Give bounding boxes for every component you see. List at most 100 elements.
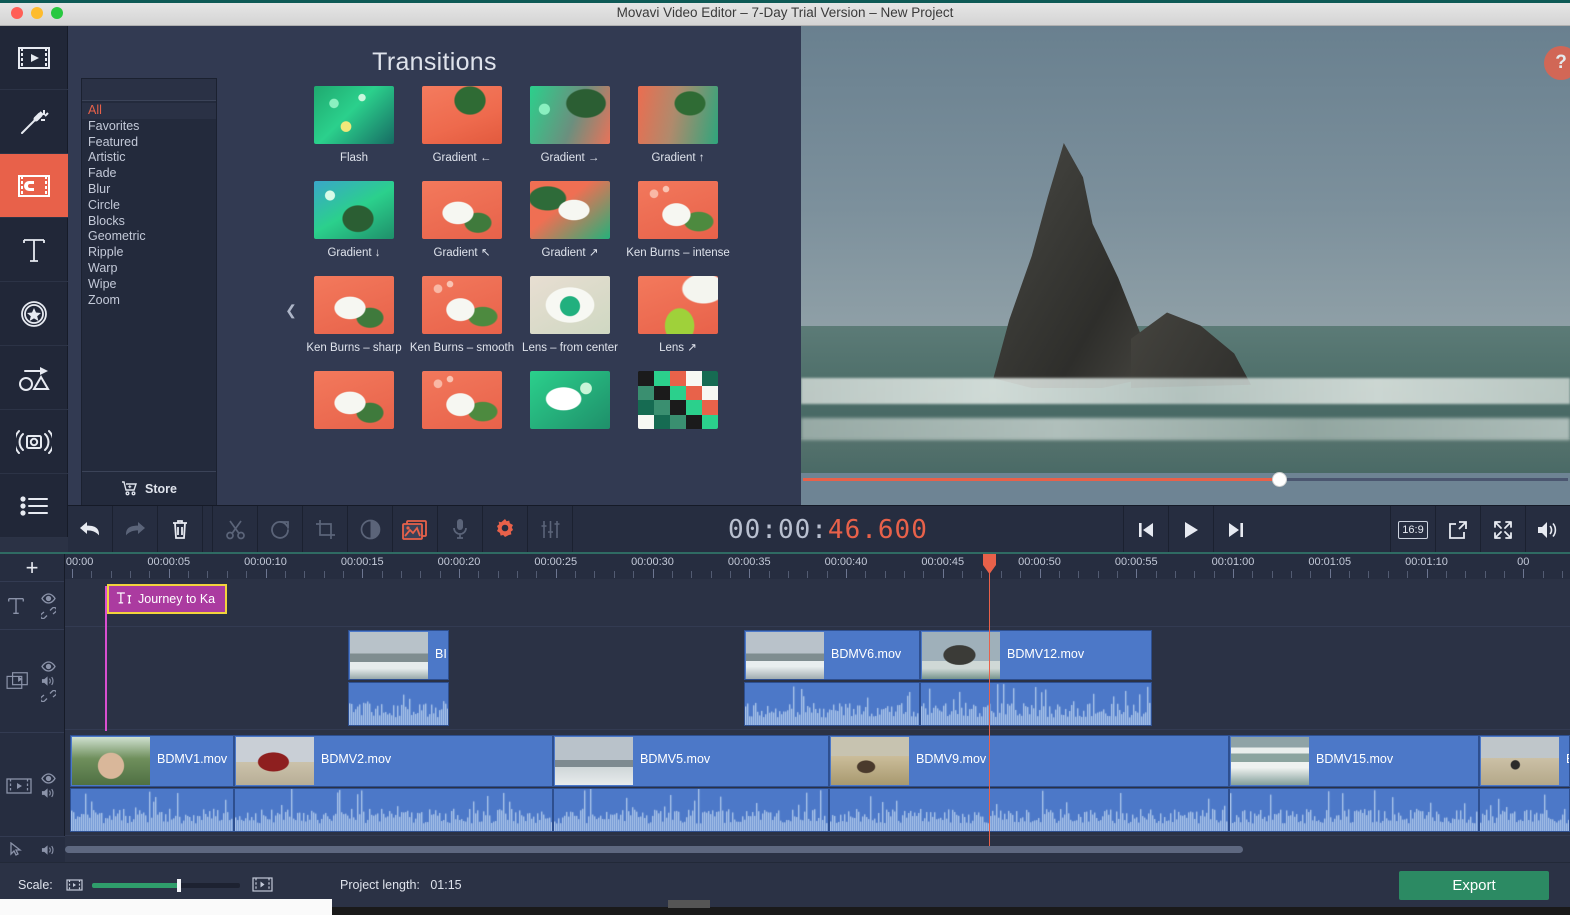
equalizer-button[interactable] xyxy=(528,505,573,553)
transition-thumbnail[interactable] xyxy=(314,181,394,239)
clip-audio-waveform[interactable] xyxy=(553,788,829,832)
properties-button[interactable] xyxy=(483,505,528,553)
category-item-wipe[interactable]: Wipe xyxy=(82,277,216,293)
detach-preview-button[interactable] xyxy=(1435,506,1480,553)
clip-audio-waveform[interactable] xyxy=(920,682,1152,726)
sidebar-item-import-media[interactable] xyxy=(0,26,68,90)
transition-item[interactable]: Gradient ↖ xyxy=(408,181,516,260)
transition-thumbnail[interactable] xyxy=(314,371,394,429)
transition-thumbnail[interactable] xyxy=(314,86,394,144)
volume-button[interactable] xyxy=(1525,506,1570,553)
overlay-video-track-row[interactable]: BI BDMV6.mov BDMV12.mov xyxy=(65,627,1570,730)
link-icon[interactable] xyxy=(41,606,56,619)
playhead-line[interactable] xyxy=(989,554,990,848)
sidebar-item-animation[interactable] xyxy=(0,346,68,410)
transition-thumbnail[interactable] xyxy=(530,276,610,334)
sidebar-item-filters[interactable] xyxy=(0,90,68,154)
transition-thumbnail[interactable] xyxy=(530,371,610,429)
large-frames-icon[interactable] xyxy=(252,876,273,893)
transition-thumbnail[interactable] xyxy=(314,276,394,334)
clip-audio-waveform[interactable] xyxy=(1229,788,1479,832)
store-button[interactable]: Store xyxy=(82,471,216,505)
transition-item[interactable]: Lens ↗ xyxy=(624,276,732,355)
category-item-geometric[interactable]: Geometric xyxy=(82,229,216,245)
transition-thumbnail[interactable] xyxy=(422,181,502,239)
export-button[interactable]: Export xyxy=(1399,871,1549,900)
timeline-horizontal-scrollbar[interactable] xyxy=(65,846,1243,853)
titles-track-row[interactable]: Journey to Ka xyxy=(65,579,1570,627)
video-clip[interactable]: BDMV16.m xyxy=(1479,735,1570,787)
speaker-icon[interactable] xyxy=(41,844,56,856)
clip-audio-waveform[interactable] xyxy=(1479,788,1570,832)
video-clip[interactable]: BDMV15.mov xyxy=(1229,735,1479,787)
pan-zoom-button[interactable] xyxy=(393,505,438,553)
transition-item[interactable]: Gradient ↓ xyxy=(300,181,408,260)
cursor-arrow-icon[interactable] xyxy=(9,842,23,857)
aspect-ratio-button[interactable]: 16:9 xyxy=(1390,506,1435,553)
sidebar-item-more-tools[interactable] xyxy=(0,474,68,538)
redo-button[interactable] xyxy=(113,505,158,553)
transition-thumbnail[interactable] xyxy=(638,86,718,144)
eye-icon[interactable] xyxy=(41,772,56,784)
video-clip[interactable]: BDMV1.mov xyxy=(70,735,234,787)
transition-item[interactable]: Gradient ↗ xyxy=(516,181,624,260)
video-clip[interactable]: BDMV12.mov xyxy=(920,630,1152,680)
transition-item[interactable] xyxy=(408,371,516,436)
delete-button[interactable] xyxy=(158,505,203,553)
transition-thumbnail[interactable] xyxy=(638,181,718,239)
clip-audio-waveform[interactable] xyxy=(744,682,920,726)
play-button[interactable] xyxy=(1168,506,1213,553)
scale-slider-handle[interactable] xyxy=(177,879,181,892)
category-item-all[interactable]: All xyxy=(82,103,216,119)
main-video-track-row[interactable]: BDMV1.mov BDMV2.mov BDMV5.mov BDMV9.mov BDMV… xyxy=(65,730,1570,836)
search-input[interactable] xyxy=(91,83,233,96)
eye-icon[interactable] xyxy=(41,660,56,672)
category-item-circle[interactable]: Circle xyxy=(82,198,216,214)
preview-seek-bar[interactable] xyxy=(801,467,1570,491)
transition-item[interactable]: Ken Burns – smooth xyxy=(408,276,516,355)
transition-item[interactable] xyxy=(624,371,732,436)
undo-button[interactable] xyxy=(68,505,113,553)
clip-audio-waveform[interactable] xyxy=(348,682,449,726)
transition-thumbnail[interactable] xyxy=(638,276,718,334)
category-item-blur[interactable]: Blur xyxy=(82,182,216,198)
add-track-button[interactable]: + xyxy=(0,554,64,582)
fullscreen-button[interactable] xyxy=(1480,506,1525,553)
timeline-tracks[interactable]: Journey to Ka BI BDMV6.mov BDMV12.mov BDMV… xyxy=(65,579,1570,862)
transition-item[interactable]: Gradient ← xyxy=(408,86,516,165)
clip-audio-waveform[interactable] xyxy=(829,788,1229,832)
search-box[interactable] xyxy=(82,79,233,101)
video-clip[interactable]: BDMV6.mov xyxy=(744,630,920,680)
transition-item[interactable]: Ken Burns – sharp xyxy=(300,276,408,355)
clip-audio-waveform[interactable] xyxy=(234,788,553,832)
sidebar-item-stabilization[interactable] xyxy=(0,410,68,474)
link-icon[interactable] xyxy=(41,689,56,702)
transition-item[interactable] xyxy=(516,371,624,436)
previous-frame-button[interactable] xyxy=(1123,506,1168,553)
transition-thumbnail[interactable] xyxy=(638,371,718,429)
transition-item[interactable]: Flash xyxy=(300,86,408,165)
sidebar-item-stickers[interactable] xyxy=(0,282,68,346)
timecode-display[interactable]: 00:00: 46.600 xyxy=(728,506,928,553)
category-item-fade[interactable]: Fade xyxy=(82,166,216,182)
category-item-warp[interactable]: Warp xyxy=(82,261,216,277)
transition-item[interactable]: Gradient ↑ xyxy=(624,86,732,165)
transitions-grid-scroll[interactable]: Flash Gradient ← Gradient → Gradient ↑ Gradi… xyxy=(300,86,740,506)
category-item-featured[interactable]: Featured xyxy=(82,135,216,151)
eye-icon[interactable] xyxy=(41,592,56,604)
transition-item[interactable] xyxy=(300,371,408,436)
category-item-zoom[interactable]: Zoom xyxy=(82,293,216,309)
transition-item[interactable]: Gradient → xyxy=(516,86,624,165)
video-preview[interactable]: ? xyxy=(801,26,1570,505)
crop-button[interactable] xyxy=(303,505,348,553)
title-clip[interactable]: Journey to Ka xyxy=(107,584,227,614)
speaker-icon[interactable] xyxy=(41,675,56,687)
transition-thumbnail[interactable] xyxy=(530,181,610,239)
timeline-ruler[interactable]: 00:00:00 00:00:05 00:00:10 00:00:15 00:00:20… xyxy=(65,554,1570,579)
category-item-artistic[interactable]: Artistic xyxy=(82,150,216,166)
clip-audio-waveform[interactable] xyxy=(70,788,234,832)
video-clip[interactable]: BI xyxy=(348,630,449,680)
category-item-ripple[interactable]: Ripple xyxy=(82,245,216,261)
small-frames-icon[interactable] xyxy=(66,878,83,892)
category-item-blocks[interactable]: Blocks xyxy=(82,214,216,230)
